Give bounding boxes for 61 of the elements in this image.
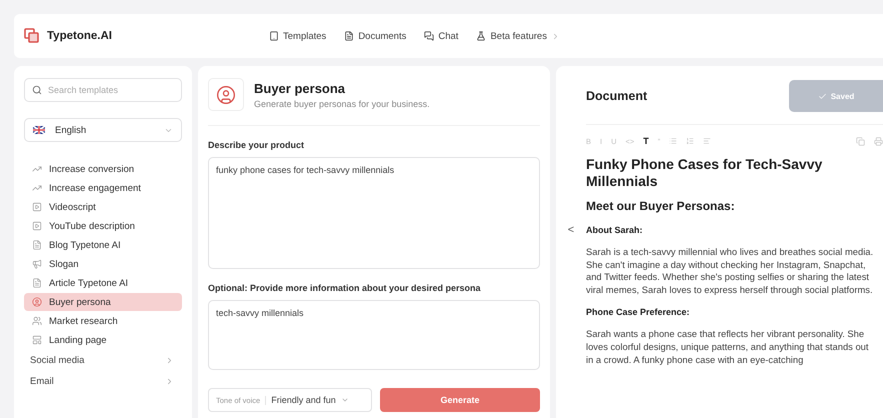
layout-icon xyxy=(32,335,42,345)
chart-icon xyxy=(32,183,42,193)
template-item[interactable]: Videoscript xyxy=(24,198,182,216)
search-icon xyxy=(32,85,42,95)
section-heading: Phone Case Preference: xyxy=(586,307,691,318)
document-subheading: Meet our Buyer Personas: xyxy=(586,199,736,213)
tablet-icon xyxy=(269,31,279,41)
user-icon xyxy=(216,84,236,104)
nav-link[interactable]: Documents xyxy=(344,30,406,42)
logo-icon xyxy=(24,28,40,44)
nav-link[interactable]: Beta features xyxy=(476,30,560,42)
document-icon xyxy=(32,278,42,288)
search-field[interactable]: Search templates xyxy=(24,78,182,102)
template-item[interactable]: Landing page xyxy=(24,331,182,349)
paragraph: Sarah wants a phone case that reflects her vibrant personality. She loves colorful designs, unique patterns, and anything that stands out in a crowd. A funky phone case with an eye-catching xyxy=(586,328,870,366)
text-area[interactable]: tech-savvy millennials xyxy=(208,300,540,370)
play-icon xyxy=(32,202,42,212)
template-item[interactable]: Article Typetone AI xyxy=(24,274,182,292)
template-item[interactable]: Buyer persona xyxy=(24,293,182,311)
document-icon xyxy=(344,31,354,41)
collapse-button[interactable]: < xyxy=(556,66,586,236)
chevron-icon xyxy=(165,376,174,386)
template-item[interactable]: Blog Typetone AI xyxy=(24,236,182,254)
text-area[interactable]: funky phone cases for tech-savvy millennials xyxy=(208,157,540,269)
template-subtitle: Generate buyer personas for your business. xyxy=(254,98,430,108)
megaphone-icon xyxy=(32,259,42,269)
template-item[interactable]: Slogan xyxy=(24,255,182,273)
document-title: Document xyxy=(586,89,648,103)
list-icon[interactable] xyxy=(669,137,678,145)
align-icon[interactable] xyxy=(703,137,712,145)
users-icon xyxy=(32,316,42,326)
document-icon xyxy=(32,240,42,250)
play-icon xyxy=(32,221,42,231)
nav-link[interactable]: Templates xyxy=(269,30,326,42)
field-label: Describe your product xyxy=(208,140,306,150)
template-item[interactable]: YouTube description xyxy=(24,217,182,235)
paragraph: Sarah is a tech-savvy millennial who lives and breathes social media. She can't imagine a day without checking her Instagram, Snapchat, and Twitter feeds. Whether she's posting selfies or sharing the latest viral memes, Sarah loves to express herself through social platforms. xyxy=(586,246,874,296)
category-item[interactable]: Email xyxy=(24,371,182,391)
numbered-list-icon[interactable] xyxy=(686,137,694,145)
flag-icon xyxy=(33,126,45,134)
template-item[interactable]: Increase conversion xyxy=(24,160,182,178)
category-item[interactable]: Social media xyxy=(24,350,182,370)
brand-name: Typetone.AI xyxy=(47,30,112,42)
flask-icon xyxy=(476,31,486,41)
chart-icon xyxy=(32,164,42,174)
template-item[interactable]: Increase engagement xyxy=(24,179,182,197)
template-title: Buyer persona xyxy=(254,80,346,96)
copy-icon[interactable] xyxy=(856,136,865,146)
print-icon[interactable] xyxy=(874,136,883,146)
nav-link[interactable]: Chat xyxy=(424,30,458,42)
chat-icon xyxy=(424,31,434,41)
chevron-icon xyxy=(340,396,349,404)
template-item[interactable]: Market research xyxy=(24,312,182,330)
check-icon xyxy=(818,92,827,100)
section-heading: About Sarah: xyxy=(586,225,644,235)
user-icon xyxy=(32,297,42,307)
format-button[interactable]: T xyxy=(643,136,649,146)
document-heading: Funky Phone Cases for Tech-Savvy Millennials xyxy=(586,156,824,190)
field-label: Optional: Provide more information about your desired persona xyxy=(208,283,482,293)
chevron-icon xyxy=(165,356,174,364)
language-dropdown[interactable]: English xyxy=(24,118,182,142)
